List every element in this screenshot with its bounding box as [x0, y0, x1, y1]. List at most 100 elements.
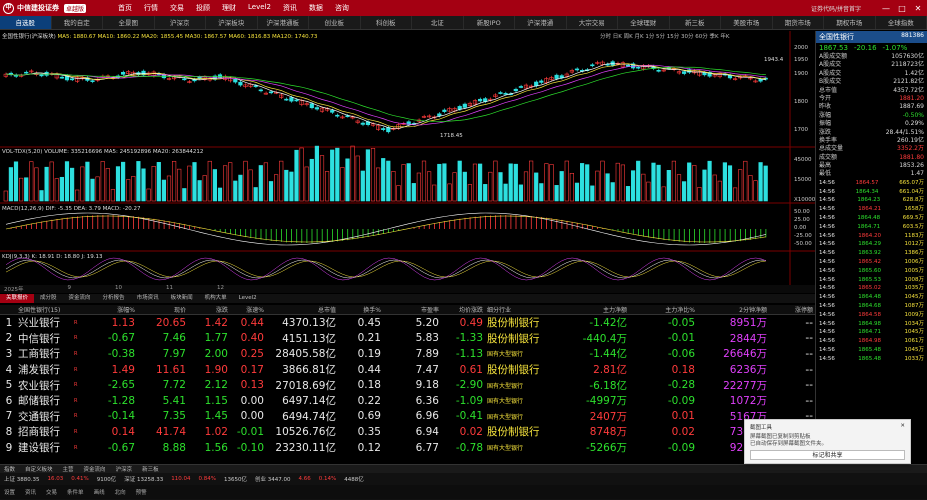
table-cell: 5.41 — [162, 394, 186, 407]
table-row[interactable]: 6 邮储银行 R -1.28 5.41 1.15 0.00 6497.14亿 0.22 6.36 -… — [0, 393, 815, 409]
menu-item[interactable]: 投顾 — [196, 3, 210, 13]
table-row[interactable]: 4 浦发银行 R 1.49 11.61 1.90 0.17 3866.81亿 0.44 7.47 0… — [0, 362, 815, 378]
close-icon[interactable]: ✕ — [900, 423, 905, 431]
column-header[interactable]: 全国性银行(15) — [18, 305, 74, 314]
minimize-icon[interactable]: — — [881, 4, 891, 13]
table-row[interactable]: 2 中信银行 R -0.67 7.46 1.77 0.40 4151.13亿 0.21 5.83 -… — [0, 331, 815, 347]
table-row[interactable]: 7 交通银行 R -0.14 7.35 1.45 0.00 6494.74亿 0.69 6.96 -… — [0, 409, 815, 425]
status-tab[interactable]: 新三板 — [142, 465, 159, 473]
column-header[interactable]: 涨速% — [228, 305, 264, 314]
tab-item[interactable]: 新三板 — [670, 16, 721, 29]
search-input[interactable]: 证券代码/拼音首字 — [811, 4, 861, 13]
tab-item[interactable]: 美股市场 — [721, 16, 773, 29]
menu-item[interactable]: Level2 — [248, 3, 271, 13]
column-header[interactable]: 涨停额 — [767, 305, 813, 314]
tool-button[interactable]: 设置 — [4, 488, 15, 496]
column-header[interactable]: 市盈率 — [381, 305, 439, 314]
subtab[interactable]: Level2 — [233, 294, 263, 303]
tool-button[interactable]: 交易 — [46, 488, 57, 496]
column-header[interactable]: 细分行业 — [483, 305, 567, 314]
table-row[interactable]: 5 农业银行 R -2.65 7.72 2.12 0.13 27018.69亿 0.18 9.18… — [0, 377, 815, 393]
table-cell: 1.42 — [204, 316, 228, 329]
subtab[interactable]: 板块新闻 — [165, 294, 199, 303]
column-header[interactable]: 现价 — [135, 305, 186, 314]
tool-button[interactable]: 画线 — [94, 488, 105, 496]
toast-message: 屏幕截图已复制到剪贴板 — [750, 434, 811, 440]
tab-item[interactable]: 全球理财 — [618, 16, 670, 29]
column-header[interactable]: 涨跌 — [186, 305, 228, 314]
volume-bar — [151, 166, 156, 202]
tab-item[interactable]: 沪深港通板 — [258, 16, 309, 29]
tick-time: 14:56 — [819, 179, 835, 186]
subtab[interactable]: 机构大单 — [199, 294, 233, 303]
subtab[interactable]: 关联报价 — [0, 294, 35, 303]
volume-bar — [279, 160, 284, 202]
tab-item[interactable]: 沪深板块 — [206, 16, 258, 29]
tool-button[interactable]: 北向 — [115, 488, 126, 496]
quote-value: 1881.80 — [899, 153, 924, 161]
column-header[interactable]: 总市值 — [264, 305, 336, 314]
table-cell: 国有大型银行 — [487, 413, 524, 421]
tick-volume: 665.07万 — [899, 179, 924, 186]
tab-item[interactable]: 自选股 — [0, 16, 52, 29]
tab-item[interactable]: 大宗交易 — [567, 16, 618, 29]
close-icon[interactable]: ✕ — [913, 4, 923, 13]
subtab[interactable]: 资金流向 — [63, 294, 97, 303]
status-tab[interactable]: 沪深京 — [116, 465, 133, 473]
kline-chart[interactable]: 2000 1950 1900 1800 1700 45000 15000 X10000 50.0… — [0, 31, 816, 285]
status-tab[interactable]: 主营 — [63, 465, 74, 473]
subtab[interactable]: 市场资讯 — [131, 294, 165, 303]
tab-item[interactable]: 期货市场 — [773, 16, 824, 29]
menu-item[interactable]: 数据 — [309, 3, 323, 13]
table-cell: -0.09 — [667, 394, 695, 407]
volume-bar — [630, 170, 636, 202]
column-header[interactable]: 主力净额 — [567, 305, 627, 314]
column-header[interactable]: 主力净比% — [627, 305, 695, 314]
tool-button[interactable]: 条件单 — [67, 488, 84, 496]
column-header[interactable]: 涨幅% — [98, 305, 135, 314]
table-cell: 国有大型银行 — [487, 398, 524, 406]
tab-item[interactable]: 新股IPO — [464, 16, 515, 29]
table-row[interactable]: 9 建设银行 R -0.67 8.88 1.56 -0.10 23230.11亿 0.12 6.7… — [0, 440, 815, 456]
volume-bar — [671, 160, 676, 202]
table-row[interactable]: 1 兴业银行 R 1.13 20.65 1.42 0.44 4370.13亿 0.45 5.20 0… — [0, 315, 815, 331]
subtab[interactable]: 成分股 — [34, 294, 63, 303]
candle-body — [727, 74, 733, 79]
menu-item[interactable]: 交易 — [170, 3, 184, 13]
tab-item[interactable]: 沪深港通 — [515, 16, 567, 29]
tab-item[interactable]: 我的自定 — [52, 16, 103, 29]
menu-item[interactable]: 行情 — [144, 3, 158, 13]
table-cell: -1.09 — [455, 394, 483, 407]
status-tab[interactable]: 指数 — [4, 465, 15, 473]
tick-row: 14:56 1864.23 628.8万 — [816, 196, 927, 205]
screenshot-toast[interactable]: 截图工具 ✕ 屏幕截图已复制到剪贴板 已自动保存到屏幕截图文件夹。 标记和共享 — [744, 419, 911, 464]
tab-item[interactable]: 期权市场 — [824, 16, 876, 29]
subtab[interactable]: 分析报告 — [97, 294, 131, 303]
tab-item[interactable]: 创业板 — [309, 16, 361, 29]
tab-item[interactable]: 全景图 — [103, 16, 155, 29]
column-header[interactable]: 2分钟净额 — [695, 305, 767, 314]
menu-item[interactable]: 首页 — [118, 3, 132, 13]
table-row[interactable]: 8 招商银行 R 0.14 41.74 1.02 -0.01 10526.76亿 0.35 6.9… — [0, 424, 815, 440]
table-row[interactable]: 3 工商银行 R -0.38 7.97 2.00 0.25 28405.58亿 0.19 7.89… — [0, 346, 815, 362]
tab-item[interactable]: 科创板 — [361, 16, 412, 29]
tool-button[interactable]: 预警 — [136, 488, 147, 496]
period-toolbar[interactable]: 分时 日K 周K 月K 1分 5分 15分 30分 60分 季K 年K — [600, 32, 730, 40]
column-header[interactable] — [74, 305, 98, 314]
tab-item[interactable]: 北证 — [412, 16, 464, 29]
volume-bar — [299, 147, 304, 202]
mark-share-button[interactable]: 标记和共享 — [750, 450, 905, 460]
status-tab[interactable]: 资金流向 — [84, 465, 106, 473]
column-header[interactable]: 均价涨跌 — [439, 305, 483, 314]
maximize-icon[interactable]: □ — [897, 4, 907, 13]
tab-item[interactable]: 沪深京 — [155, 16, 206, 29]
column-header[interactable] — [0, 305, 18, 314]
menu-item[interactable]: 资讯 — [283, 3, 297, 13]
status-tab[interactable]: 自定义板块 — [25, 465, 53, 473]
menu-item[interactable]: 咨询 — [335, 3, 349, 13]
menu-item[interactable]: 理财 — [222, 3, 236, 13]
tick-row: 14:56 1863.92 1386万 — [816, 249, 927, 258]
column-header[interactable]: 换手% — [336, 305, 381, 314]
tab-item[interactable]: 全球指数 — [876, 16, 927, 29]
tool-button[interactable]: 资讯 — [25, 488, 36, 496]
